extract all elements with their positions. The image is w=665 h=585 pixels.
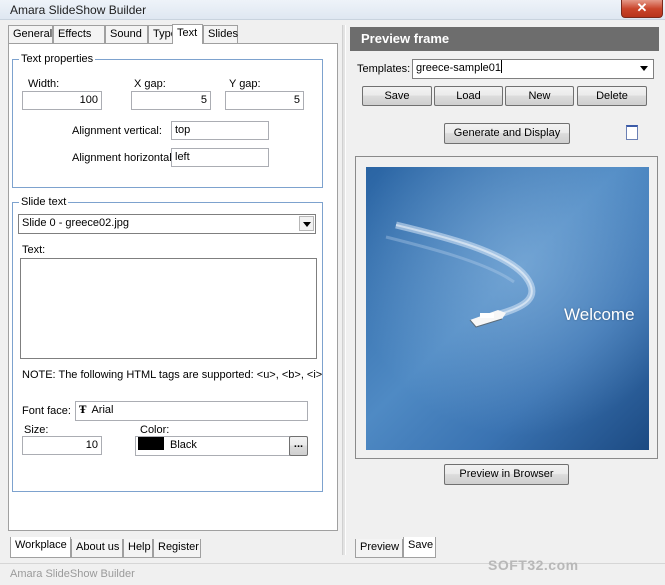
text-properties-legend: Text properties bbox=[21, 53, 94, 65]
load-template-button[interactable]: Load bbox=[434, 86, 503, 106]
chevron-down-icon[interactable] bbox=[637, 61, 652, 76]
font-face-input[interactable]: Ŧ Arial bbox=[75, 401, 308, 421]
tab-effects[interactable]: Effects bbox=[53, 25, 105, 43]
tab-about-us[interactable]: About us bbox=[71, 539, 123, 558]
text-properties-group: Text properties bbox=[12, 53, 323, 188]
size-input[interactable]: 10 bbox=[22, 436, 102, 455]
templates-label: Templates: bbox=[357, 63, 411, 75]
tab-general[interactable]: General bbox=[8, 25, 53, 43]
delete-template-button[interactable]: Delete bbox=[577, 86, 647, 106]
color-field[interactable]: Black bbox=[135, 436, 290, 456]
tab-help[interactable]: Help bbox=[123, 539, 153, 558]
templates-value: greece-sample01 bbox=[416, 62, 501, 74]
font-face-value: Arial bbox=[91, 404, 114, 416]
preview-in-browser-button[interactable]: Preview in Browser bbox=[444, 464, 569, 485]
window-title: Amara SlideShow Builder bbox=[10, 3, 147, 17]
alignment-horizontal-label: Alignment horizontal: bbox=[72, 152, 175, 164]
text-label: Text: bbox=[22, 244, 46, 256]
slide-text-area[interactable] bbox=[20, 258, 317, 359]
color-picker-button[interactable]: ... bbox=[289, 436, 308, 456]
slide-text-legend: Slide text bbox=[21, 196, 67, 208]
tab-workplace[interactable]: Workplace bbox=[10, 537, 71, 558]
alignment-vertical-label: Alignment vertical: bbox=[72, 125, 162, 137]
slide-select-value: Slide 0 - greece02.jpg bbox=[22, 217, 130, 229]
title-bar: Amara SlideShow Builder ✕ bbox=[0, 0, 665, 20]
xgap-label: X gap: bbox=[134, 78, 166, 90]
tab-preview[interactable]: Preview bbox=[355, 539, 403, 558]
preview-image: Welcome bbox=[366, 167, 649, 450]
welcome-caption: Welcome bbox=[564, 305, 635, 324]
color-value: Black bbox=[170, 439, 197, 451]
ygap-label: Y gap: bbox=[229, 78, 261, 90]
tab-save[interactable]: Save bbox=[403, 537, 436, 558]
tab-register[interactable]: Register bbox=[153, 539, 201, 558]
font-icon: Ŧ bbox=[79, 405, 87, 416]
xgap-input[interactable]: 5 bbox=[131, 91, 211, 110]
generate-display-button[interactable]: Generate and Display bbox=[444, 123, 570, 144]
color-swatch bbox=[138, 437, 164, 450]
size-label: Size: bbox=[24, 424, 49, 436]
ygap-input[interactable]: 5 bbox=[225, 91, 304, 110]
new-template-button[interactable]: New bbox=[505, 86, 574, 106]
close-button[interactable]: ✕ bbox=[621, 0, 663, 18]
status-text: Amara SlideShow Builder bbox=[10, 568, 135, 580]
splitter-handle[interactable] bbox=[342, 25, 346, 555]
preview-frame-header: Preview frame bbox=[350, 27, 659, 51]
alignment-vertical-input[interactable]: top bbox=[171, 121, 269, 140]
html-tags-note: NOTE: The following HTML tags are suppor… bbox=[22, 369, 323, 381]
chevron-down-icon[interactable] bbox=[299, 216, 314, 231]
text-caret bbox=[501, 60, 502, 73]
font-face-label: Font face: bbox=[22, 405, 71, 417]
window-icon[interactable] bbox=[626, 125, 638, 140]
templates-select[interactable]: greece-sample01 bbox=[412, 59, 654, 79]
tab-slides[interactable]: Slides bbox=[203, 25, 238, 43]
tab-sound[interactable]: Sound bbox=[105, 25, 148, 43]
color-label: Color: bbox=[140, 424, 170, 436]
save-template-button[interactable]: Save bbox=[362, 86, 432, 106]
tab-text[interactable]: Text bbox=[172, 24, 203, 44]
width-input[interactable]: 100 bbox=[22, 91, 102, 110]
watermark-text: SOFT32.com bbox=[488, 557, 579, 573]
alignment-horizontal-input[interactable]: left bbox=[171, 148, 269, 167]
slide-select[interactable]: Slide 0 - greece02.jpg bbox=[18, 214, 316, 234]
width-label: Width: bbox=[28, 78, 60, 90]
